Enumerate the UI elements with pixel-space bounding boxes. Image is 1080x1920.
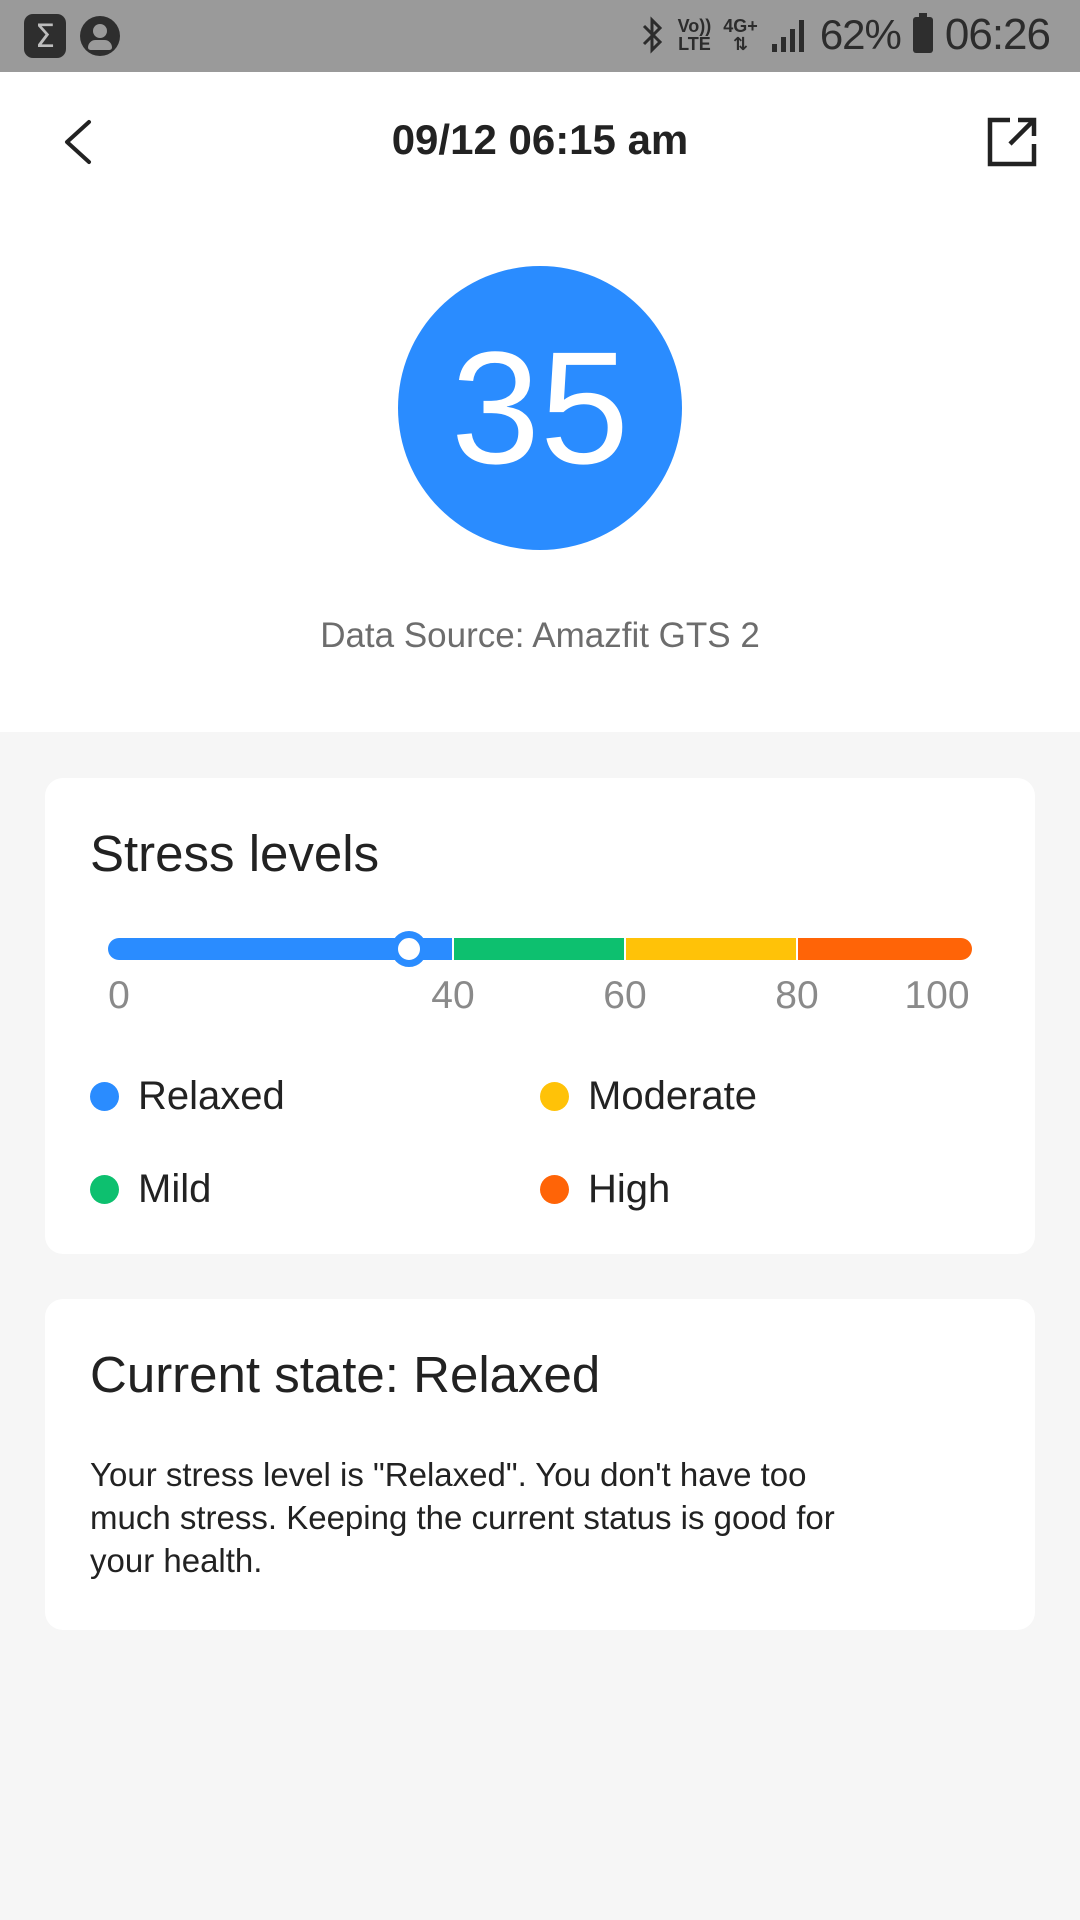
- scale-tick-label: 0: [108, 974, 130, 1017]
- current-level-marker: [391, 931, 427, 967]
- scale-tick-label: 60: [603, 974, 647, 1017]
- current-state-title: Current state: Relaxed: [90, 1346, 601, 1403]
- high-segment: [798, 938, 972, 960]
- battery-icon: [912, 13, 933, 53]
- lte-label: LTE: [678, 34, 711, 54]
- volte-icon: Vo)) LTE: [678, 17, 712, 53]
- high-dot-icon: [540, 1175, 569, 1204]
- stress-scale-bar: [108, 931, 972, 967]
- legend-label: Relaxed: [138, 1074, 285, 1118]
- moderate-dot-icon: [540, 1082, 569, 1111]
- status-bar: Σ Vo)) LTE 4G+ ⇅ 62% 06:26: [0, 0, 1080, 72]
- legend-label: Mild: [138, 1167, 212, 1211]
- mild-dot-icon: [90, 1175, 119, 1204]
- data-source-label: Data Source: Amazfit GTS 2: [320, 616, 760, 655]
- mild-segment: [454, 938, 624, 960]
- scale-tick-label: 100: [904, 974, 970, 1017]
- legend-high: High: [540, 1167, 670, 1212]
- sigma-app-icon: Σ: [24, 14, 66, 58]
- network-type-label: 4G+: [723, 16, 758, 36]
- moderate-segment: [626, 938, 796, 960]
- clock-time: 06:26: [944, 10, 1051, 59]
- bluetooth-icon: [642, 16, 662, 54]
- stress-score-badge: 35: [398, 266, 682, 550]
- signal-icon: [771, 20, 804, 52]
- stress-levels-card: Stress levels 0 40 60 80 100 Relaxed Mod…: [45, 778, 1035, 1254]
- stress-levels-title: Stress levels: [90, 825, 380, 882]
- page-title: 09/12 06:15 am: [391, 116, 689, 163]
- share-icon[interactable]: [982, 112, 1042, 172]
- legend-moderate: Moderate: [540, 1074, 757, 1119]
- current-state-description: Your stress level is "Relaxed". You don'…: [90, 1456, 835, 1579]
- 4g-plus-icon: 4G+ ⇅: [723, 17, 758, 53]
- scale-tick-label: 80: [775, 974, 819, 1017]
- battery-percent: 62%: [819, 11, 902, 58]
- data-arrows-icon: ⇅: [733, 34, 749, 54]
- current-state-card: Current state: Relaxed Your stress level…: [45, 1299, 1035, 1630]
- score-panel: 09/12 06:15 am 35 Data Source: Amazfit G…: [0, 72, 1080, 732]
- legend-mild: Mild: [90, 1167, 211, 1212]
- scale-tick-label: 40: [431, 974, 475, 1017]
- legend-label: High: [588, 1167, 671, 1211]
- relaxed-dot-icon: [90, 1082, 119, 1111]
- legend-relaxed: Relaxed: [90, 1074, 285, 1119]
- legend-label: Moderate: [588, 1074, 757, 1118]
- volte-label: Vo)): [677, 16, 712, 36]
- account-icon: [80, 16, 120, 56]
